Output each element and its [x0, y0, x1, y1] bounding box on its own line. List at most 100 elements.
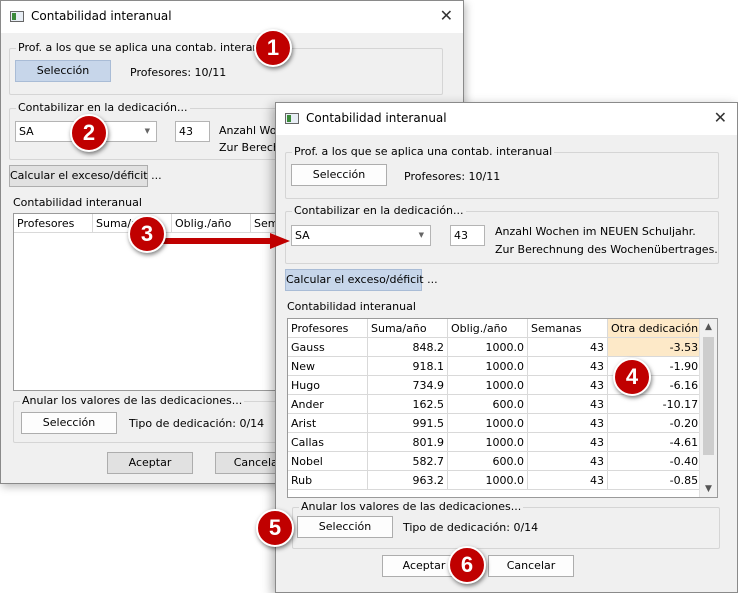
chevron-up-icon[interactable]: ▲: [700, 319, 717, 335]
step-marker-3: 3: [128, 215, 166, 253]
table-row[interactable]: Callas 801.9 1000.0 43 -4.61: [288, 432, 703, 452]
group-label: Prof. a los que se aplica una contab. in…: [292, 145, 555, 158]
combo-value: SA: [295, 229, 310, 242]
group-label: Prof. a los que se aplica una contab. in…: [16, 41, 279, 54]
cell-oblig: 600.0: [447, 451, 528, 471]
cell-oblig: 1000.0: [447, 470, 528, 490]
close-icon[interactable]: ✕: [440, 6, 453, 25]
column-header[interactable]: Profesores: [288, 319, 368, 338]
group-label: Contabilizar en la dedicación...: [16, 101, 190, 114]
back-teachers-select-button[interactable]: Selección: [15, 60, 111, 82]
cell-weeks: 43: [527, 375, 608, 395]
cell-other: -10.17: [607, 394, 703, 414]
back-ok-button[interactable]: Aceptar: [107, 452, 193, 474]
grid-header-row: Profesores Suma/año Oblig./año Semanas O…: [288, 319, 703, 338]
cell-sum: 801.9: [367, 432, 448, 452]
chevron-down-icon[interactable]: ▼: [700, 481, 717, 497]
back-list-label: Contabilidad interanual: [13, 196, 142, 209]
cell-sum: 991.5: [367, 413, 448, 433]
front-list-label: Contabilidad interanual: [287, 300, 416, 313]
front-weeks-note: Anzahl Wochen im NEUEN Schuljahr.: [495, 225, 696, 238]
cell-other: -3.53: [607, 337, 703, 357]
cell-oblig: 1000.0: [447, 413, 528, 433]
front-teachers-info: Profesores: 10/11: [404, 170, 501, 183]
cell-weeks: 43: [527, 413, 608, 433]
app-icon: [285, 113, 299, 124]
step-marker-5: 5: [256, 509, 294, 547]
front-dialog: Contabilidad interanual ✕ Prof. a los qu…: [275, 102, 738, 593]
step-marker-2: 2: [70, 114, 108, 152]
cell-teacher: Gauss: [288, 337, 368, 357]
cell-sum: 963.2: [367, 470, 448, 490]
cell-teacher: Rub: [288, 470, 368, 490]
table-row[interactable]: Arist 991.5 1000.0 43 -0.20: [288, 413, 703, 433]
cell-sum: 162.5: [367, 394, 448, 414]
front-dedication-combo[interactable]: SA ▼: [291, 225, 431, 246]
cell-teacher: Hugo: [288, 375, 368, 395]
cell-other: -0.20: [607, 413, 703, 433]
group-label: Anular los valores de las dedicaciones..…: [299, 500, 524, 513]
cell-teacher: Callas: [288, 432, 368, 452]
cell-weeks: 43: [527, 394, 608, 414]
column-header[interactable]: Oblig./año: [171, 214, 251, 233]
cell-oblig: 1000.0: [447, 356, 528, 376]
cell-oblig: 1000.0: [447, 432, 528, 452]
column-header[interactable]: Semanas: [527, 319, 608, 338]
front-reset-info: Tipo de dedicación: 0/14: [403, 521, 539, 534]
cell-teacher: Ander: [288, 394, 368, 414]
cell-teacher: Arist: [288, 413, 368, 433]
table-row[interactable]: Ander 162.5 600.0 43 -10.17: [288, 394, 703, 414]
cell-weeks: 43: [527, 432, 608, 452]
cell-other: -0.85: [607, 470, 703, 490]
front-weeks-note2: Zur Berechnung des Wochenübertrages.: [495, 243, 718, 256]
cell-sum: 918.1: [367, 356, 448, 376]
cell-other: -0.40: [607, 451, 703, 471]
column-header[interactable]: Oblig./año: [447, 319, 528, 338]
back-calc-button[interactable]: Calcular el exceso/déficit ...: [9, 165, 162, 187]
step-marker-1: 1: [254, 29, 292, 67]
cell-oblig: 600.0: [447, 394, 528, 414]
front-reset-select-button[interactable]: Selección: [297, 516, 393, 538]
cell-oblig: 1000.0: [447, 337, 528, 357]
vertical-scrollbar[interactable]: ▲ ▼: [699, 319, 717, 497]
cell-teacher: Nobel: [288, 451, 368, 471]
close-icon[interactable]: ✕: [714, 108, 727, 127]
cell-sum: 734.9: [367, 375, 448, 395]
chevron-down-icon: ▼: [418, 231, 424, 239]
step-marker-4: 4: [613, 358, 651, 396]
column-header[interactable]: Otra dedicación: [607, 319, 703, 338]
front-accounting-grid[interactable]: Profesores Suma/año Oblig./año Semanas O…: [287, 318, 718, 498]
front-title: Contabilidad interanual: [306, 111, 447, 125]
cell-other: -4.61: [607, 432, 703, 452]
step-marker-6: 6: [448, 546, 486, 584]
back-title: Contabilidad interanual: [31, 9, 172, 23]
front-teachers-select-button[interactable]: Selección: [291, 164, 387, 186]
cell-weeks: 43: [527, 337, 608, 357]
front-cancel-button[interactable]: Cancelar: [488, 555, 574, 577]
table-row[interactable]: Gauss 848.2 1000.0 43 -3.53: [288, 337, 703, 357]
back-teachers-info: Profesores: 10/11: [130, 66, 227, 79]
back-titlebar: Contabilidad interanual ✕: [1, 1, 463, 33]
scroll-thumb[interactable]: [703, 337, 714, 455]
chevron-down-icon: ▼: [144, 127, 150, 135]
cell-weeks: 43: [527, 356, 608, 376]
column-header[interactable]: Suma/año: [367, 319, 448, 338]
front-weeks-input[interactable]: 43: [450, 225, 485, 246]
back-weeks-input[interactable]: 43: [175, 121, 210, 142]
combo-value: SA: [19, 125, 34, 138]
front-calc-button[interactable]: Calcular el exceso/déficit ...: [285, 269, 438, 291]
cell-oblig: 1000.0: [447, 375, 528, 395]
cell-sum: 848.2: [367, 337, 448, 357]
table-row[interactable]: Rub 963.2 1000.0 43 -0.85: [288, 470, 703, 490]
front-titlebar: Contabilidad interanual ✕: [276, 103, 737, 135]
group-label: Anular los valores de las dedicaciones..…: [20, 394, 245, 407]
back-reset-info: Tipo de dedicación: 0/14: [129, 417, 265, 430]
back-reset-select-button[interactable]: Selección: [21, 412, 117, 434]
cell-sum: 582.7: [367, 451, 448, 471]
cell-weeks: 43: [527, 451, 608, 471]
app-icon: [10, 11, 24, 22]
table-row[interactable]: Nobel 582.7 600.0 43 -0.40: [288, 451, 703, 471]
column-header[interactable]: Profesores: [14, 214, 93, 233]
group-label: Contabilizar en la dedicación...: [292, 204, 466, 217]
cell-teacher: New: [288, 356, 368, 376]
